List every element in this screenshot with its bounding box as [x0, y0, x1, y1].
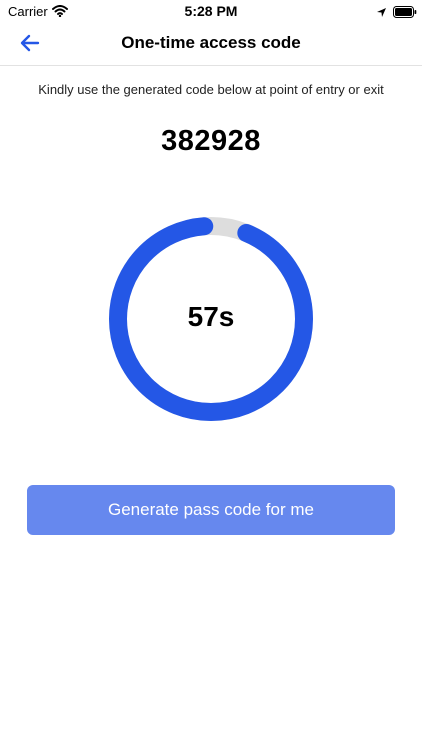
access-code: 382928 [161, 125, 261, 157]
nav-bar: One-time access code [0, 22, 422, 66]
status-bar: Carrier 5:28 PM [0, 0, 422, 22]
page-title: One-time access code [121, 33, 301, 52]
instructions-text: Kindly use the generated code below at p… [38, 82, 384, 97]
countdown-label: 57s [187, 301, 235, 332]
battery-icon [393, 5, 417, 21]
countdown-timer: 57s [107, 215, 315, 423]
location-icon [376, 5, 387, 21]
status-time: 5:28 PM [184, 3, 238, 19]
generate-pass-code-button[interactable]: Generate pass code for me [27, 485, 395, 535]
